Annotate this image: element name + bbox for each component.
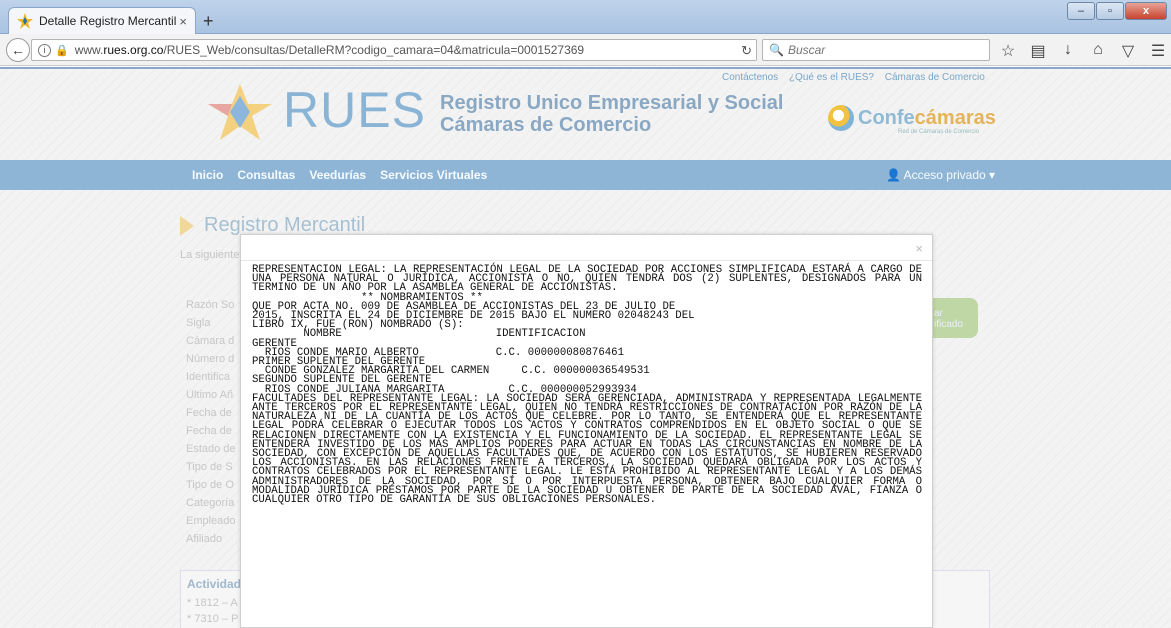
search-icon: 🔍 xyxy=(769,43,784,57)
pocket-icon[interactable]: ▽ xyxy=(1120,41,1136,61)
top-links: Contáctenos ¿Qué es el RUES? Cámaras de … xyxy=(722,72,993,83)
maximize-button[interactable]: ▫ xyxy=(1096,2,1124,20)
subtitle-line-1: Registro Unico Empresarial y Social xyxy=(440,92,784,114)
nav-item-consultas[interactable]: Consultas xyxy=(237,168,295,182)
acceso-privado-dropdown[interactable]: 👤 Acceso privado ▾ xyxy=(886,168,995,182)
nav-item-inicio[interactable]: Inicio xyxy=(192,168,223,182)
detail-modal: × REPRESENTACION LEGAL: LA REPRESENTACIÓ… xyxy=(240,234,933,628)
site-subtitle: Registro Unico Empresarial y Social Cáma… xyxy=(440,92,783,136)
label-fecha-1: Fecha de xyxy=(186,407,232,419)
rues-favicon-icon xyxy=(17,13,33,29)
close-window-button[interactable]: x xyxy=(1125,2,1167,20)
minimize-button[interactable]: – xyxy=(1067,2,1095,20)
browser-toolbar: ☆ ▤ ↓ ⌂ ▽ ☰ xyxy=(1000,41,1166,61)
confecamaras-ball-icon xyxy=(828,105,854,131)
label-numero: Número d xyxy=(186,353,235,365)
window-controls: – ▫ x xyxy=(1066,2,1167,20)
title-chevron-icon xyxy=(180,215,194,236)
tab-title: Detalle Registro Mercantil xyxy=(39,14,177,28)
label-afiliado: Afiliado xyxy=(186,533,223,545)
nav-item-servicios-virtuales[interactable]: Servicios Virtuales xyxy=(380,168,487,182)
toplink-que-es-rues[interactable]: ¿Qué es el RUES? xyxy=(789,72,874,83)
intro-text: La siguiente xyxy=(180,249,240,261)
url-prefix: www. xyxy=(74,43,104,57)
reload-icon[interactable]: ↻ xyxy=(741,43,752,59)
toplink-contactenos[interactable]: Contáctenos xyxy=(722,72,778,83)
label-categoria: Categoría xyxy=(186,497,235,509)
toplink-camaras[interactable]: Cámaras de Comercio xyxy=(885,72,985,83)
confecamaras-subtext: Red de Cámaras de Comercio xyxy=(898,129,980,135)
menu-icon[interactable]: ☰ xyxy=(1150,41,1166,61)
user-icon: 👤 xyxy=(886,168,901,182)
rues-star-logo-icon xyxy=(208,84,272,140)
insecure-lock-icon[interactable]: 🔒 xyxy=(55,44,69,57)
label-razon-social: Razón So xyxy=(186,299,235,311)
subtitle-line-2: Cámaras de Comercio xyxy=(440,114,652,136)
new-tab-button[interactable]: + xyxy=(203,11,214,32)
nav-item-veedurias[interactable]: Veedurías xyxy=(309,168,366,182)
back-arrow-icon[interactable]: ← xyxy=(6,38,30,62)
search-bar[interactable]: 🔍 xyxy=(762,39,990,61)
rues-logo[interactable]: RUES xyxy=(283,81,426,139)
top-divider xyxy=(0,67,1171,69)
label-estado: Estado de xyxy=(186,443,236,455)
label-tipo-organizacion: Tipo de O xyxy=(186,479,234,491)
main-nav: Inicio Consultas Veedurías Servicios Vir… xyxy=(0,160,1171,190)
acceso-privado-label: Acceso privado xyxy=(903,168,986,182)
url-host: rues.org.co xyxy=(103,43,164,57)
label-empleados: Empleado xyxy=(186,515,236,527)
modal-close-icon[interactable]: × xyxy=(915,241,923,256)
url-path: /RUES_Web/consultas/DetalleRM?codigo_cam… xyxy=(163,43,585,57)
search-input[interactable] xyxy=(787,43,978,57)
browser-tab-bar: Detalle Registro Mercantil × + – ▫ x xyxy=(0,0,1171,34)
tab-close-icon[interactable]: × xyxy=(179,14,187,29)
label-identificacion: Identifica xyxy=(186,371,231,383)
label-tipo-sociedad: Tipo de S xyxy=(186,461,233,473)
confecamaras-logo[interactable]: Confecámaras Red de Cámaras de Comercio xyxy=(828,105,996,135)
bookmark-star-icon[interactable]: ☆ xyxy=(1000,41,1016,61)
modal-header: × xyxy=(241,235,932,261)
info-icon[interactable]: i xyxy=(38,43,51,57)
browser-navbar: ← i 🔒 www. rues.org.co/RUES_Web/consultas… xyxy=(0,34,1171,66)
label-ultimo-ano: Último Añ xyxy=(186,389,234,401)
home-icon[interactable]: ⌂ xyxy=(1090,41,1106,61)
detail-labels: Razón So Sigla Cámara d Número d Identif… xyxy=(186,299,246,551)
download-icon[interactable]: ↓ xyxy=(1060,41,1076,61)
url-bar[interactable]: i 🔒 www. rues.org.co/RUES_Web/consultas/D… xyxy=(31,39,757,61)
label-camara: Cámara d xyxy=(186,335,235,347)
modal-body-text: REPRESENTACION LEGAL: LA REPRESENTACIÓN … xyxy=(252,264,922,507)
label-fecha-2: Fecha de xyxy=(186,425,232,437)
chevron-down-icon: ▾ xyxy=(989,168,996,182)
browser-tab[interactable]: Detalle Registro Mercantil × xyxy=(8,7,196,34)
confecamaras-text: Confecámaras xyxy=(858,106,996,129)
reading-list-icon[interactable]: ▤ xyxy=(1030,41,1046,61)
label-sigla: Sigla xyxy=(186,317,211,329)
